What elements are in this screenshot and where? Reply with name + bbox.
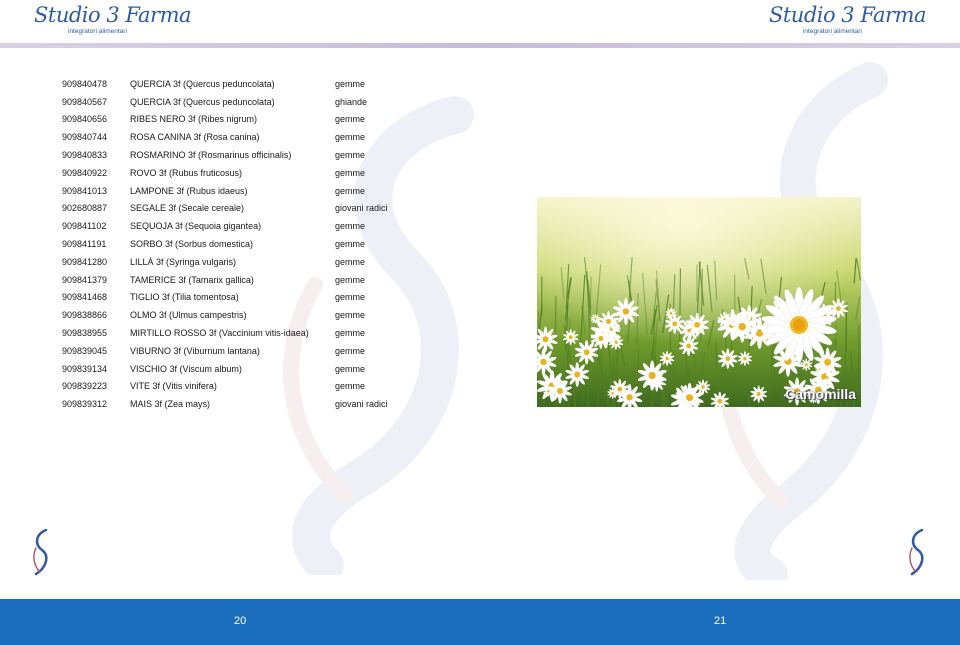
brand-mark-left-icon xyxy=(33,528,48,576)
product-name: TIGLIO 3f (Tilia tomentosa) xyxy=(130,292,239,303)
table-row: 902680887 SEGALE 3f (Secale cereale) giova… xyxy=(62,200,422,218)
header-divider xyxy=(0,43,960,48)
chamomile-photo: Camomilla xyxy=(537,197,861,407)
product-type: gemme xyxy=(335,310,366,321)
product-name: SORBO 3f (Sorbus domestica) xyxy=(130,239,254,250)
table-row: 909838955 MIRTILLO ROSSO 3f (Vaccinium vi… xyxy=(62,324,422,342)
brand-mark-right-icon xyxy=(909,528,924,576)
product-type: gemme xyxy=(335,78,366,89)
table-row: 909838866 OLMO 3f (Ulmus campestris) gemme xyxy=(62,306,422,324)
product-name: MIRTILLO ROSSO 3f (Vaccinium vitis-idaea… xyxy=(130,328,309,339)
product-code: 909841379 xyxy=(62,274,108,285)
product-type: gemme xyxy=(335,167,366,178)
product-type: gemme xyxy=(335,150,366,161)
product-code: 909838955 xyxy=(62,328,108,339)
product-code: 909841468 xyxy=(62,292,108,303)
product-type: gemme xyxy=(335,292,366,303)
table-row: 909841379 TAMERICE 3f (Tamarix gallica) ge… xyxy=(62,271,422,289)
product-code: 909838866 xyxy=(62,310,108,321)
product-name: TAMERICE 3f (Tamarix gallica) xyxy=(130,274,254,285)
product-type: gemme xyxy=(335,381,366,392)
table-row: 909839045 VIBURNO 3f (Viburnum lantana) ge… xyxy=(62,342,422,360)
product-type: gemme xyxy=(335,328,366,339)
page-number-left: 20 xyxy=(234,615,247,627)
product-type: gemme xyxy=(335,132,366,143)
product-type: giovani radici xyxy=(335,399,388,410)
product-code: 909839134 xyxy=(62,363,108,374)
product-name: SEQUOJA 3f (Sequoia gigantea) xyxy=(130,221,262,232)
brand-logo-right: Studio 3 Farma integratori alimentari xyxy=(768,2,927,35)
product-type: gemme xyxy=(335,221,366,232)
product-type: gemme xyxy=(335,274,366,285)
product-code: 902680887 xyxy=(62,203,108,214)
product-name: MAIS 3f (Zea mays) xyxy=(130,399,211,410)
brand-logo-left: Studio 3 Farma integratori alimentari xyxy=(34,2,192,35)
table-row: 909840744 ROSA CANINA 3f (Rosa canina) gem… xyxy=(62,128,422,146)
table-row: 909841191 SORBO 3f (Sorbus domestica) gemm… xyxy=(62,235,422,253)
product-name: VITE 3f (Vitis vinifera) xyxy=(130,381,217,392)
table-row: 909839134 VISCHIO 3f (Viscum album) gemme xyxy=(62,360,422,378)
product-code: 909840478 xyxy=(62,78,108,89)
product-type: ghiande xyxy=(335,96,368,107)
table-row: 909841102 SEQUOJA 3f (Sequoia gigantea) ge… xyxy=(62,217,422,235)
product-code: 909840833 xyxy=(62,150,108,161)
product-type: gemme xyxy=(335,185,366,196)
product-code: 909840744 xyxy=(62,132,108,143)
product-name: VIBURNO 3f (Viburnum lantana) xyxy=(130,345,260,356)
product-type: gemme xyxy=(335,363,366,374)
table-row: 909840922 ROVO 3f (Rubus fruticosus) gemme xyxy=(62,164,422,182)
product-code: 909839223 xyxy=(62,381,108,392)
table-row: 909840656 RIBES NERO 3f (Ribes nigrum) gem… xyxy=(62,111,422,129)
table-row: 909841280 LILLÀ 3f (Syringa vulgaris) gemm… xyxy=(62,253,422,271)
chamomile-meadow-image xyxy=(537,197,861,407)
product-name: ROSA CANINA 3f (Rosa canina) xyxy=(130,132,260,143)
product-code: 909839045 xyxy=(62,345,108,356)
brand-name: Studio 3 Farma xyxy=(34,3,192,27)
table-row: 909839312 MAIS 3f (Zea mays) giovani radic… xyxy=(62,395,422,413)
product-name: QUERCIA 3f (Quercus peduncolata) xyxy=(130,96,275,107)
product-code: 909841013 xyxy=(62,185,108,196)
product-code: 909840922 xyxy=(62,167,108,178)
product-name: VISCHIO 3f (Viscum album) xyxy=(130,363,242,374)
brand-tagline: integratori alimentari xyxy=(802,28,862,35)
table-row: 909840567 QUERCIA 3f (Quercus peduncolata… xyxy=(62,93,422,111)
product-name: LAMPONE 3f (Rubus idaeus) xyxy=(130,185,248,196)
product-name: OLMO 3f (Ulmus campestris) xyxy=(130,310,247,321)
product-code: 909841191 xyxy=(62,239,107,250)
brand-tagline: integratori alimentari xyxy=(68,28,127,35)
product-type: gemme xyxy=(335,345,366,356)
footer-bar: 20 21 xyxy=(0,599,960,645)
table-row: 909840833 ROSMARINO 3f (Rosmarinus offici… xyxy=(62,146,422,164)
product-name: RIBES NERO 3f (Ribes nigrum) xyxy=(130,114,258,125)
product-type: gemme xyxy=(335,239,366,250)
product-code: 909839312 xyxy=(62,399,108,410)
product-name: QUERCIA 3f (Quercus peduncolata) xyxy=(130,78,275,89)
product-name: LILLÀ 3f (Syringa vulgaris) xyxy=(130,256,237,267)
product-name: ROSMARINO 3f (Rosmarinus officinalis) xyxy=(130,150,292,161)
product-code: 909841102 xyxy=(62,221,107,232)
product-code: 909840656 xyxy=(62,114,108,125)
product-code: 909840567 xyxy=(62,96,108,107)
brand-name: Studio 3 Farma xyxy=(768,3,927,27)
product-type: gemme xyxy=(335,114,366,125)
table-row: 909841013 LAMPONE 3f (Rubus idaeus) gemme xyxy=(62,182,422,200)
table-row: 909841468 TIGLIO 3f (Tilia tomentosa) gemm… xyxy=(62,289,422,307)
table-row: 909840478 QUERCIA 3f (Quercus peduncolata… xyxy=(62,75,422,93)
product-name: SEGALE 3f (Secale cereale) xyxy=(130,203,245,214)
photo-caption: Camomilla xyxy=(785,386,856,402)
product-name: ROVO 3f (Rubus fruticosus) xyxy=(130,167,243,178)
page-number-right: 21 xyxy=(714,615,727,627)
product-table: 909840478 QUERCIA 3f (Quercus peduncolata… xyxy=(62,75,422,413)
product-type: gemme xyxy=(335,256,366,267)
table-row: 909839223 VITE 3f (Vitis vinifera) gemme xyxy=(62,378,422,396)
product-type: giovani radici xyxy=(335,203,388,214)
product-code: 909841280 xyxy=(62,256,108,267)
